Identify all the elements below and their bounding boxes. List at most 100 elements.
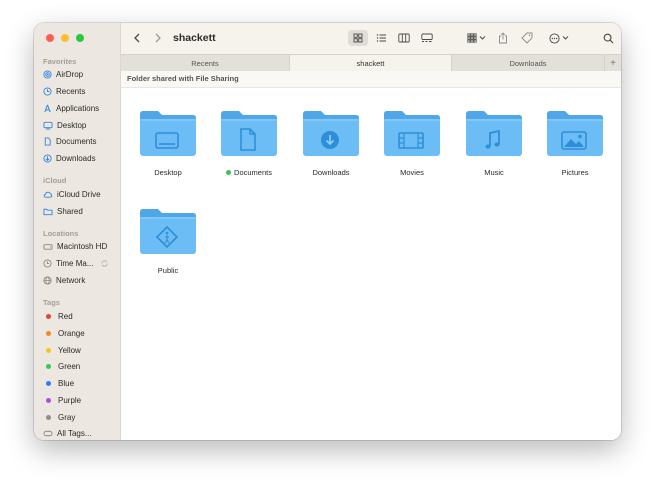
sidebar-item-label: Yellow [58,345,81,355]
sidebar-item-network[interactable]: Network [43,274,119,287]
folder-pictures[interactable]: Pictures [545,108,605,180]
music-note-icon [466,111,522,156]
folder-label-row: Music [484,168,504,177]
sidebar-tag-blue[interactable]: Blue [43,377,119,390]
folder-icon [138,108,198,158]
public-icon [140,209,196,254]
chevron-left-icon [134,33,140,43]
tab-recents[interactable]: Recents [121,55,290,71]
sidebar-item-label: Documents [56,137,97,146]
sidebar-tag-red[interactable]: Red [43,310,119,323]
folder-documents[interactable]: Documents [219,108,279,180]
folder-label: Movies [400,168,424,177]
green-tag-dot [226,170,232,175]
share-button[interactable] [494,30,512,46]
more-actions-button[interactable] [545,30,573,46]
sidebar-item-time-machine[interactable]: Time Ma... [43,257,119,270]
tag-color-dot [46,398,51,403]
tag-color-dot [46,364,51,370]
folder-downloads[interactable]: Downloads [301,108,361,180]
search-icon [603,33,613,43]
folder-label-row: Public [158,266,178,275]
sidebar-tag-orange[interactable]: Orange [43,327,119,340]
group-grid-icon [466,33,477,43]
folder-icon [545,108,605,158]
film-icon [384,111,440,156]
hard-drive-icon [43,244,53,250]
folder-icon [382,108,442,158]
sidebar-item-label: Desktop [57,121,87,130]
clock-icon [43,87,52,96]
forward-button[interactable] [151,31,165,45]
edit-tags-button[interactable] [518,30,536,46]
chevron-down-icon [479,36,485,40]
sidebar-item-label: Network [56,276,86,285]
sidebar: Favorites AirDrop Recents Applications D… [34,23,121,440]
folder-public[interactable]: Public [138,206,198,278]
folder-music[interactable]: Music [464,108,524,180]
sidebar-tag-gray[interactable]: Gray [43,411,119,424]
sidebar-item-label: Applications [56,104,100,113]
sidebar-tag-yellow[interactable]: Yellow [43,344,119,357]
zoom-button[interactable] [76,34,84,42]
sidebar-item-macintosh-hd[interactable]: Macintosh HD [43,240,119,253]
sidebar-item-airdrop[interactable]: AirDrop [43,68,119,81]
tab-downloads[interactable]: Downloads [452,55,605,71]
desktop-icon [140,111,196,156]
cloud-icon [43,191,53,198]
sidebar-item-shared[interactable]: Shared [43,205,119,218]
folder-label: Documents [234,168,272,177]
sidebar-item-recents[interactable]: Recents [43,85,119,98]
sidebar-item-downloads[interactable]: Downloads [43,152,119,165]
tag-icon [43,430,53,437]
icon-view-button[interactable] [348,30,368,46]
folder-label: Desktop [154,168,182,177]
search-button[interactable] [599,30,617,46]
folder-icon [219,108,279,158]
ellipsis-circle-icon [549,32,560,44]
folder-desktop[interactable]: Desktop [138,108,198,180]
close-button[interactable] [46,34,54,42]
folder-label: Downloads [312,168,350,177]
sidebar-tag-purple[interactable]: Purple [43,394,119,407]
sidebar-tag-green[interactable]: Green [43,360,119,373]
sidebar-item-documents[interactable]: Documents [43,135,119,148]
sidebar-item-label: AirDrop [56,70,84,79]
folder-label-row: Pictures [561,168,588,177]
sidebar-item-icloud-drive[interactable]: iCloud Drive [43,188,119,201]
back-button[interactable] [130,31,144,45]
minimize-button[interactable] [61,34,69,42]
sidebar-item-label: Time Ma... [56,259,94,268]
sidebar-item-label: Macintosh HD [57,242,108,251]
sidebar-item-label: Purple [58,396,82,405]
folder-icon [301,108,361,158]
sidebar-section-tags: Tags [43,298,60,307]
list-view-button[interactable] [371,30,391,46]
folder-movies[interactable]: Movies [382,108,442,180]
sidebar-section-icloud: iCloud [43,176,67,185]
column-view-button[interactable] [394,30,414,46]
airdrop-icon [43,70,52,79]
file-sharing-banner: Folder shared with File Sharing [121,71,621,88]
sync-icon[interactable] [100,259,109,268]
gallery-icon [421,33,433,42]
document-icon [44,137,51,146]
folder-label-row: Documents [226,168,272,177]
folder-label-row: Desktop [154,168,182,177]
sidebar-item-desktop[interactable]: Desktop [43,119,119,132]
tag-color-dot [46,330,51,336]
folder-label: Pictures [561,168,589,177]
group-by-button[interactable] [463,30,489,46]
window-title: shackett [173,32,216,44]
gallery-view-button[interactable] [417,30,437,46]
tag-outline-icon [521,32,533,44]
sidebar-item-label: Gray [58,412,76,422]
shared-folder-icon [43,208,53,216]
sidebar-item-applications[interactable]: Applications [43,102,119,115]
sidebar-item-all-tags[interactable]: All Tags... [43,427,119,440]
grid-icon [353,33,363,43]
list-icon [376,34,386,42]
tag-color-dot [46,414,51,420]
new-tab-button[interactable]: + [605,55,621,71]
tab-shackett[interactable]: shackett [290,55,452,71]
